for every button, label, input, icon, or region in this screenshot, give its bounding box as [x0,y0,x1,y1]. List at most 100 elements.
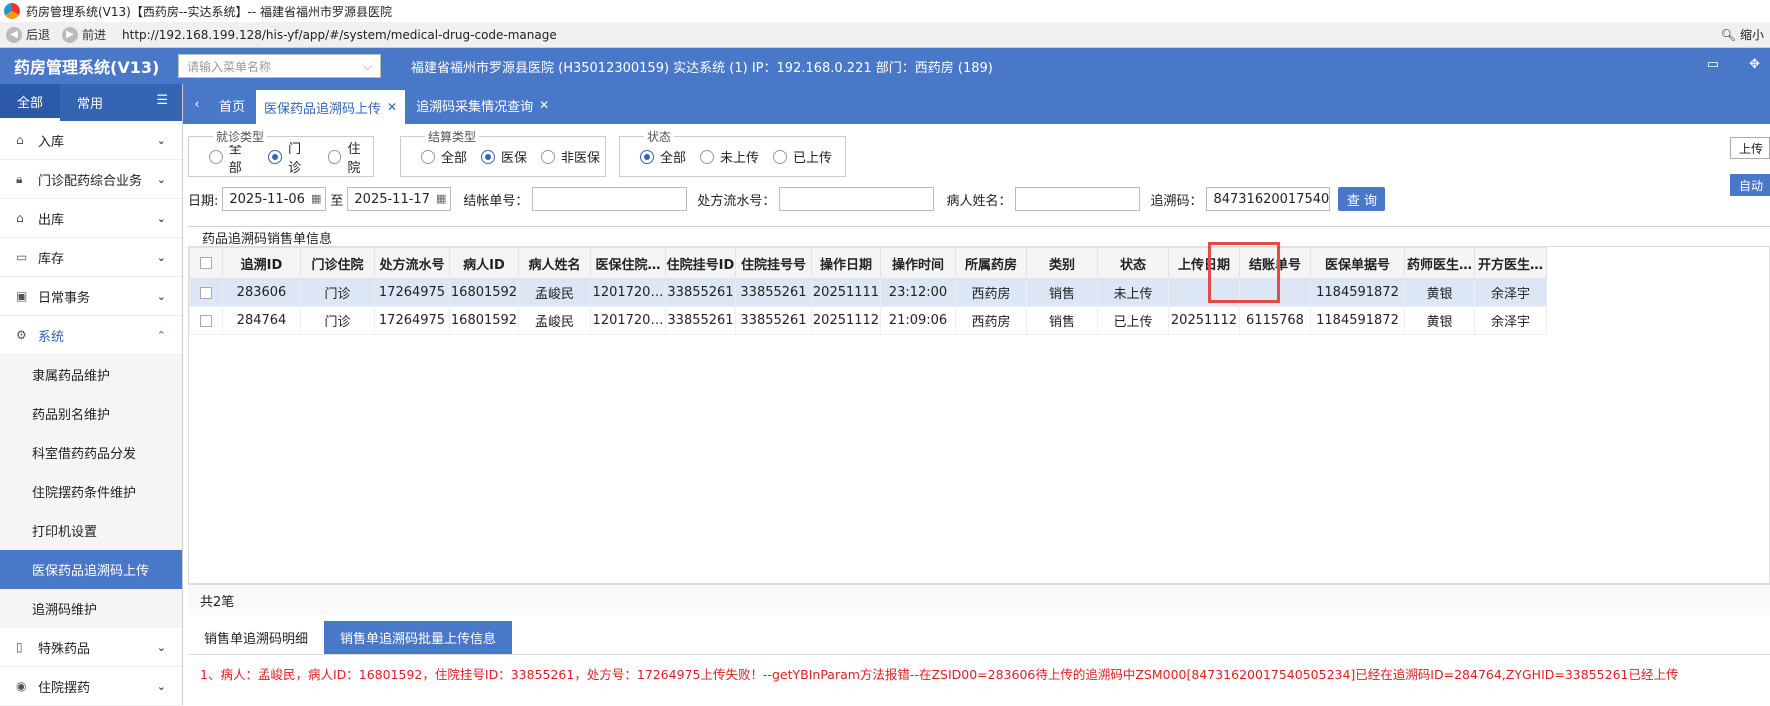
table-cell: 门诊 [300,306,375,335]
date-to-input[interactable]: 2025-11-17 ▦ [347,187,452,211]
screen-icon[interactable]: ▭ [1707,57,1719,72]
col-header[interactable]: 医保单据号 [1310,247,1405,279]
sidebar-item-daily[interactable]: ▣ 日常事务 ⌄ [0,277,182,316]
rx-no-input[interactable] [779,187,935,211]
col-header[interactable]: 追溯ID [222,247,301,279]
table-cell: 孟峻民 [518,306,591,335]
col-header[interactable]: 病人ID [449,247,519,279]
menu-search-select[interactable]: 请输入菜单名称 ⌵ [178,54,381,78]
col-header[interactable]: 所属药房 [955,247,1027,279]
chevron-up-icon: ⌃ [156,328,166,342]
query-button[interactable]: 查 询 [1338,187,1386,211]
settle-no-input[interactable] [532,187,688,211]
forward-button[interactable]: ▶ 前进 [62,26,106,43]
app-header: 药房管理系统(V13) 请输入菜单名称 ⌵ 福建省福州市罗源县医院 (H35012… [0,48,1770,84]
table-cell: 余泽宇 [1474,278,1547,307]
col-header[interactable]: 状态 [1097,247,1169,279]
status-group: 状态 全部 未上传 已上传 [619,128,846,177]
col-header[interactable]: 门诊住院 [300,247,375,279]
tab-home[interactable]: 首页 [211,90,253,120]
settle-non-insurance-radio[interactable]: 非医保 [541,147,600,166]
menu-toggle-icon[interactable]: ☰ [156,93,168,108]
sidebar-item-special-drugs[interactable]: ▯ 特殊药品 ⌄ [0,628,182,667]
tab-trace-query[interactable]: 追溯码采集情况查询 ✕ [408,90,557,120]
table-cell: 284764 [222,306,301,335]
hospital-info: 福建省福州市罗源县医院 (H35012300159) 实达系统 (1) IP：1… [411,60,993,76]
date-from-input[interactable]: 2025-11-06 ▦ [222,187,327,211]
sidebar-item-outbound[interactable]: ⌂ 出库 ⌄ [0,199,182,238]
table-row[interactable]: 284764 门诊 17264975 16801592 孟峻民 1201720…… [189,306,1547,335]
status-all-radio[interactable]: 全部 [640,147,686,166]
tab-common[interactable]: 常用 [60,84,120,121]
status-not-uploaded-radio[interactable]: 未上传 [700,147,759,166]
table-cell: 1201720… [590,278,666,307]
drug-icon: ▯ [16,640,23,654]
col-header[interactable]: 住院挂号ID [665,247,736,279]
table-cell: 门诊 [300,278,375,307]
close-icon[interactable]: ✕ [387,100,397,114]
table-cell: 33855261 [735,306,812,335]
sidebar-item-outpatient[interactable]: 🔒︎ 门诊配药综合业务 ⌄ [0,160,182,199]
address-bar[interactable]: http://192.168.199.128/his-yf/app/#/syst… [122,28,557,42]
sidebar-item-system[interactable]: ⚙ 系统 ⌃ [0,316,182,355]
sidebar-subitem[interactable]: 隶属药品维护 [0,355,182,394]
gear-icon: ⚙ [16,328,27,342]
sidebar-item-inpatient-dispense[interactable]: ◉ 住院摆药 ⌄ [0,667,182,706]
sidebar-subitem[interactable]: 打印机设置 [0,511,182,550]
upload-button[interactable]: 上传 [1730,137,1770,159]
col-header[interactable]: 医保住院… [590,247,666,279]
table-cell: 16801592 [449,278,519,307]
col-header[interactable]: 开方医生… [1474,247,1547,279]
tab-trace-detail[interactable]: 销售单追溯码明细 [188,621,324,654]
tab-trace-upload[interactable]: 医保药品追溯码上传 ✕ [256,90,406,124]
col-header[interactable]: 操作日期 [811,247,881,279]
col-header[interactable]: 操作时间 [880,247,956,279]
table-header-row: 追溯ID 门诊住院 处方流水号 病人ID 病人姓名 医保住院… 住院挂号ID 住… [189,247,1547,279]
status-cell: 未上传 [1097,278,1169,307]
row-checkbox[interactable] [189,278,223,307]
trace-code-input[interactable]: 84731620017540 [1206,187,1331,211]
row-checkbox[interactable] [189,306,223,335]
table-cell: 余泽宇 [1474,306,1547,335]
target-icon: ◉ [16,679,27,693]
chevron-down-icon: ⌄ [156,640,166,654]
chevron-left-icon[interactable]: ‹ [183,84,211,124]
calendar-icon: ▦ [436,192,447,205]
table-row[interactable]: 283606 门诊 17264975 16801592 孟峻民 1201720…… [189,278,1547,307]
tab-batch-upload-info[interactable]: 销售单追溯码批量上传信息 [324,621,513,654]
col-header[interactable]: 药师医生… [1404,247,1475,279]
sidebar-tabs: 全部 常用 ☰ [0,84,182,121]
visit-type-inpatient-radio[interactable]: 住院 [327,138,373,176]
sidebar-subitem[interactable]: 药品别名维护 [0,394,182,433]
sidebar-subitem-active[interactable]: 医保药品追溯码上传 [0,550,182,589]
settle-insurance-radio[interactable]: 医保 [481,147,527,166]
tab-all[interactable]: 全部 [0,84,60,121]
status-uploaded-radio[interactable]: 已上传 [773,147,832,166]
visit-type-outpatient-radio[interactable]: 门诊 [268,138,313,176]
browser-nav-bar: ◀ 后退 ▶ 前进 http://192.168.199.128/his-yf/ap… [0,22,1770,48]
col-header[interactable]: 住院挂号号 [735,247,812,279]
auto-button[interactable]: 自动 [1730,174,1770,196]
sidebar-subitem[interactable]: 住院摆药条件维护 [0,472,182,511]
table-cell: 16801592 [449,306,519,335]
sidebar-item-inventory[interactable]: ▭ 库存 ⌄ [0,238,182,277]
zoom-out-button[interactable]: 🔍︎ 缩小 [1721,26,1764,43]
status-highlight-box [1208,242,1280,303]
col-header[interactable]: 类别 [1026,247,1098,279]
back-button[interactable]: ◀ 后退 [6,26,50,43]
close-icon[interactable]: ✕ [539,98,549,112]
sidebar: 全部 常用 ☰ ⌂ 入库 ⌄ 🔒︎ 门诊配药综合业务 ⌄ ⌂ 出库 ⌄ ▭ 库存 ⌄ ▣ 日常事务… [0,84,183,706]
col-header[interactable]: 处方流水号 [374,247,450,279]
section-title: 药品追溯码销售单信息 [188,226,1770,248]
lock-icon: 🔒︎ [16,171,23,186]
table-cell: 23:12:00 [880,278,956,307]
settings-icon[interactable]: ✥ [1749,57,1760,72]
sidebar-subitem[interactable]: 科室借药药品分发 [0,433,182,472]
table-cell: 33855261 [665,278,736,307]
sidebar-item-inbound[interactable]: ⌂ 入库 ⌄ [0,121,182,160]
sidebar-subitem[interactable]: 追溯码维护 [0,589,182,628]
select-all-checkbox[interactable] [189,247,223,279]
col-header[interactable]: 病人姓名 [518,247,591,279]
settle-all-radio[interactable]: 全部 [421,147,467,166]
patient-name-input[interactable] [1015,187,1141,211]
